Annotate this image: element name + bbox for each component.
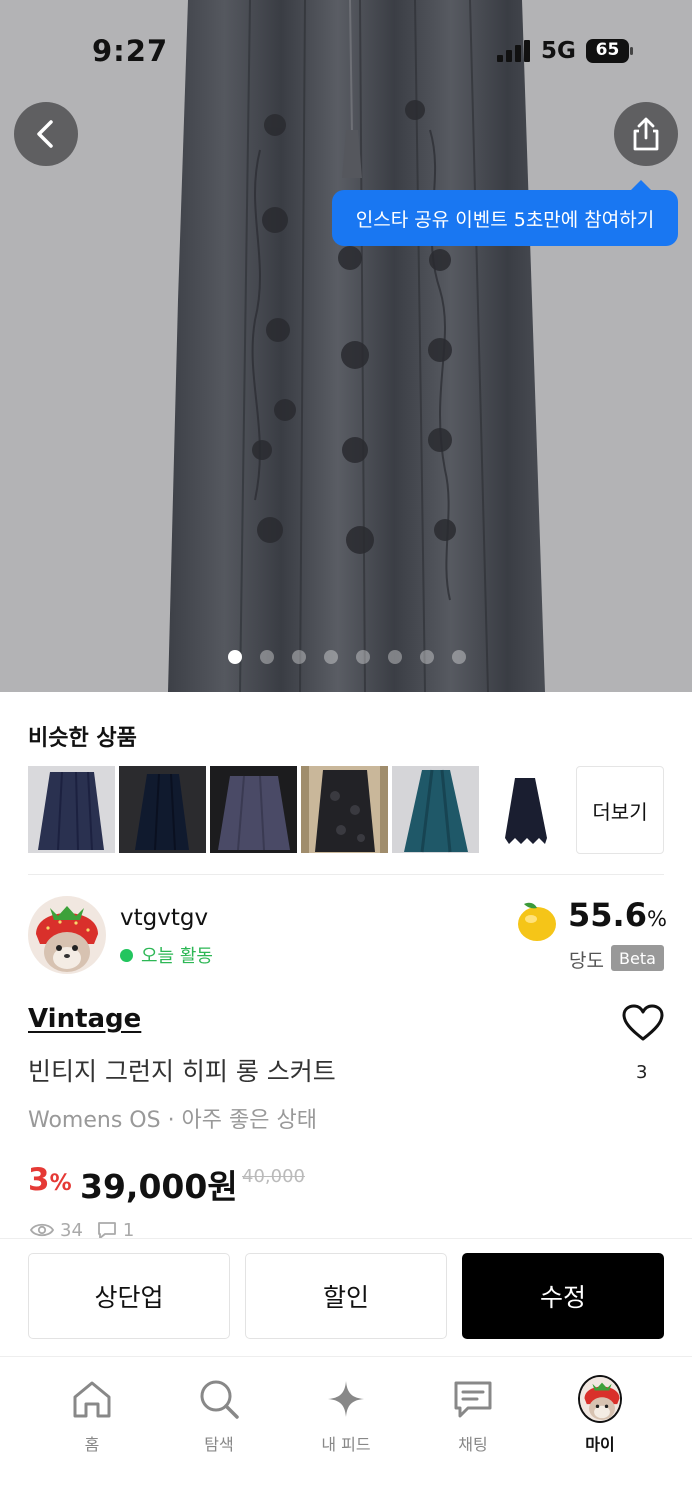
divider [28,874,664,875]
carousel-dot [292,650,306,664]
carousel-indicator [228,650,466,664]
more-similar-button[interactable]: 더보기 [576,766,664,854]
signal-icon [497,40,530,62]
comment-icon [98,1222,116,1239]
tab-search[interactable]: 탐색 [169,1377,269,1455]
search-icon [200,1380,239,1419]
sparkle-icon [328,1381,364,1417]
seller-avatar[interactable] [28,896,106,974]
carousel-dot [388,650,402,664]
lemon-icon [518,902,556,941]
tab-my-feed[interactable]: 내 피드 [296,1377,396,1455]
tab-my-feed-label: 내 피드 [321,1435,371,1454]
similar-products-list [28,766,570,853]
action-bar: 상단업 할인 수정 [0,1238,692,1356]
discount-unit: % [49,1171,72,1196]
sweetness-score[interactable]: 55.6% [568,896,667,934]
status-time: 9:27 [92,34,169,68]
similar-product-thumbnail[interactable] [301,766,388,853]
tab-home[interactable]: 홈 [42,1377,142,1455]
similar-product-thumbnail[interactable] [119,766,206,853]
back-button[interactable] [14,102,78,166]
product-title: 빈티지 그런지 히피 롱 스커트 [28,1057,336,1086]
battery-icon: 65 [586,39,634,63]
seller-activity: 오늘 활동 [120,942,213,968]
original-price: 40,000 [242,1166,305,1187]
discount-value: 3 [28,1162,50,1198]
status-bar: 9:27 5G 65 [0,0,692,100]
brand-link[interactable]: Vintage [28,1004,141,1034]
bump-label: 상단업 [94,1283,164,1312]
similar-product-thumbnail[interactable] [392,766,479,853]
score-value: 55.6 [568,896,647,934]
carousel-dot [452,650,466,664]
bottom-tab-bar: 홈 탐색 내 피드 채팅 마이 [0,1356,692,1500]
discount-label: 할인 [322,1283,369,1312]
strawberry-avatar-icon [28,896,106,974]
similar-products-title: 비슷한 상품 [28,726,137,751]
tab-my-label: 마이 [585,1435,615,1454]
carousel-dot [356,650,370,664]
seller-name[interactable]: vtgvtgv [120,905,208,931]
share-event-tooltip[interactable]: 인스타 공유 이벤트 5초만에 참여하기 [332,180,678,246]
avatar-icon [578,1375,622,1423]
tab-chat[interactable]: 채팅 [423,1377,523,1455]
share-icon [633,117,659,151]
tab-home-label: 홈 [84,1435,100,1454]
network-label: 5G [541,38,576,64]
sweetness-label: 당도 [569,950,604,972]
chat-icon [454,1381,492,1418]
carousel-dot [420,650,434,664]
price: 39,000원 [80,1167,238,1206]
product-image-carousel[interactable]: 9:27 5G 65 인스타 공유 이벤트 5초만에 참여하기 [0,0,692,692]
beta-badge: Beta [611,945,664,971]
bump-button[interactable]: 상단업 [28,1253,230,1339]
product-meta: Womens OS · 아주 좋은 상태 [28,1108,317,1133]
more-label: 더보기 [592,799,648,824]
edit-button[interactable]: 수정 [462,1253,664,1339]
tab-chat-label: 채팅 [458,1435,488,1454]
discount-button[interactable]: 할인 [245,1253,447,1339]
carousel-dot [260,650,274,664]
similar-product-thumbnail[interactable] [483,766,570,853]
carousel-dot [324,650,338,664]
home-icon [73,1381,111,1418]
battery-level: 65 [595,40,620,60]
similar-product-thumbnail[interactable] [28,766,115,853]
similar-product-thumbnail[interactable] [210,766,297,853]
tooltip-text: 인스타 공유 이벤트 5초만에 참여하기 [355,208,655,231]
view-count: 34 [60,1220,83,1240]
carousel-dot [228,650,242,664]
heart-icon[interactable] [622,1004,664,1042]
activity-label: 오늘 활동 [141,946,213,967]
product-stats: 34 1 [30,1220,134,1240]
online-indicator-icon [120,948,133,962]
skirt-photo [168,0,545,692]
like-count: 3 [636,1062,648,1083]
edit-label: 수정 [539,1283,586,1312]
eye-icon [30,1223,54,1237]
discount-rate: 3% [28,1162,72,1198]
tab-my[interactable]: 마이 [550,1375,650,1455]
share-button[interactable] [614,102,678,166]
tab-search-label: 탐색 [204,1435,234,1454]
score-unit: % [646,907,667,931]
comment-count: 1 [122,1220,135,1240]
chevron-left-icon [37,120,53,148]
